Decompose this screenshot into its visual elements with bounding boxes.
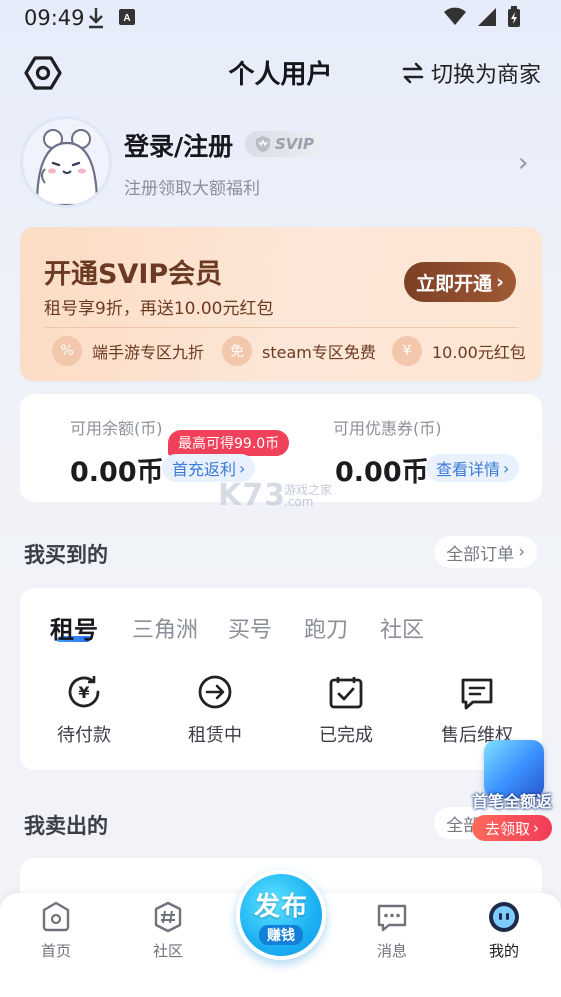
hashtag-icon [154, 901, 182, 933]
swap-arrows-icon [402, 62, 424, 84]
svg-text:¥: ¥ [78, 683, 89, 702]
perk-label: steam专区免费 [262, 343, 376, 362]
svg-text:A: A [123, 13, 130, 24]
svip-card-title: 开通SVIP会员 [44, 259, 223, 290]
publish-earn-button[interactable]: 发布 赚钱 [236, 870, 326, 960]
order-completed[interactable]: 已完成 [296, 672, 396, 747]
sold-section-title: 我卖出的 [24, 814, 108, 838]
nav-me[interactable]: 我的 [464, 900, 544, 961]
open-svip-label: 立即开通 [416, 272, 493, 295]
chevron-right-icon: › [533, 819, 539, 837]
nav-community[interactable]: 社区 [128, 900, 208, 961]
nav-label: 我的 [488, 942, 519, 960]
perk-steam-free: 免 steam专区免费 [222, 336, 376, 366]
balance-label: 可用余额(币) [70, 419, 163, 438]
tab-paodao[interactable]: 跑刀 [304, 612, 348, 644]
watermark-logo: K73 [218, 478, 286, 513]
nav-label: 消息 [376, 942, 407, 960]
claim-label: 去领取 [484, 819, 530, 838]
svip-card-subtitle: 租号享9折，再送10.00元红包 [44, 299, 274, 319]
crown-shield-icon [256, 136, 270, 152]
completed-check-icon [329, 677, 363, 709]
open-svip-button[interactable]: 立即开通 › [404, 262, 516, 302]
switch-label: 切换为商家 [430, 63, 541, 88]
chevron-right-icon: › [496, 271, 504, 293]
red-packet-icon: ¥ [392, 336, 422, 366]
coupon-label: 可用优惠券(币) [333, 419, 442, 438]
tab-rent-account[interactable]: 租号 [50, 610, 98, 645]
earn-label: 赚钱 [259, 924, 303, 945]
switch-to-merchant-button[interactable]: 切换为商家 [401, 57, 541, 89]
svip-badge: SVIP [245, 131, 323, 157]
battery-icon [508, 6, 520, 27]
claim-promo-button[interactable]: 去领取 › [472, 815, 552, 841]
login-subtitle: 注册领取大额福利 [124, 179, 260, 199]
arrow-circle-icon [198, 675, 232, 709]
all-bought-orders-button[interactable]: 全部订单 › [434, 536, 537, 568]
yen-clock-icon: ¥ [68, 676, 100, 708]
svip-badge-label: SVIP [275, 135, 314, 153]
chevron-right-icon: › [518, 542, 525, 562]
all-orders-label: 全部订单 [446, 544, 515, 565]
order-after-sales[interactable]: 售后维权 [427, 672, 527, 747]
status-system-icons [443, 6, 521, 28]
order-item-label: 待付款 [57, 725, 111, 746]
nav-home[interactable]: 首页 [16, 900, 96, 961]
tab-buy-account[interactable]: 买号 [228, 612, 272, 644]
avatar[interactable] [20, 116, 112, 208]
discount-icon: % [52, 336, 82, 366]
bear-avatar-icon [35, 129, 99, 205]
max-reward-badge: 最高可得99.0币 [168, 430, 290, 456]
coupon-link-label: 查看详情 [436, 460, 501, 479]
order-pending-payment[interactable]: ¥ 待付款 [34, 672, 134, 747]
status-notification-icons: A [86, 6, 136, 30]
chevron-right-icon[interactable]: › [518, 148, 528, 178]
download-icon [89, 8, 103, 29]
bought-section-title: 我买到的 [24, 543, 108, 567]
status-time: 09:49 [24, 6, 85, 30]
nav-label: 社区 [152, 942, 183, 960]
watermark-text: 游戏之家 .com [284, 483, 333, 509]
login-register-link[interactable]: 登录/注册 [124, 127, 233, 163]
free-icon: 免 [222, 336, 252, 366]
message-icon [377, 904, 407, 932]
app-notification-icon: A [119, 9, 135, 25]
recharge-link-label: 首充返利 [172, 460, 237, 479]
balance-value: 0.00币 [70, 457, 164, 488]
nav-label: 首页 [40, 942, 71, 960]
tab-delta-force[interactable]: 三角洲 [132, 612, 198, 644]
home-icon [42, 901, 70, 932]
coupon-value: 0.00币 [335, 457, 429, 488]
order-item-label: 租赁中 [188, 725, 242, 746]
order-renting[interactable]: 租赁中 [165, 672, 265, 747]
perk-red-packet: ¥ 10.00元红包 [392, 336, 526, 366]
wifi-icon [444, 7, 466, 25]
signal-icon [478, 8, 496, 26]
perk-label: 10.00元红包 [432, 343, 526, 362]
chevron-right-icon: › [503, 458, 510, 478]
chat-bubble-icon [461, 678, 493, 710]
order-item-label: 已完成 [319, 725, 373, 746]
tab-community[interactable]: 社区 [380, 612, 424, 644]
chevron-right-icon: › [239, 458, 246, 478]
promo-text: 首笔全额返 [471, 792, 552, 811]
publish-label: 发布 [253, 891, 308, 922]
profile-face-icon [489, 902, 519, 932]
svip-divider [44, 327, 518, 328]
view-coupon-details-link[interactable]: 查看详情 › [426, 454, 520, 482]
perk-label: 端手游专区九折 [92, 343, 205, 362]
perk-mobile-game-discount: % 端手游专区九折 [52, 336, 204, 366]
nav-messages[interactable]: 消息 [352, 900, 432, 961]
